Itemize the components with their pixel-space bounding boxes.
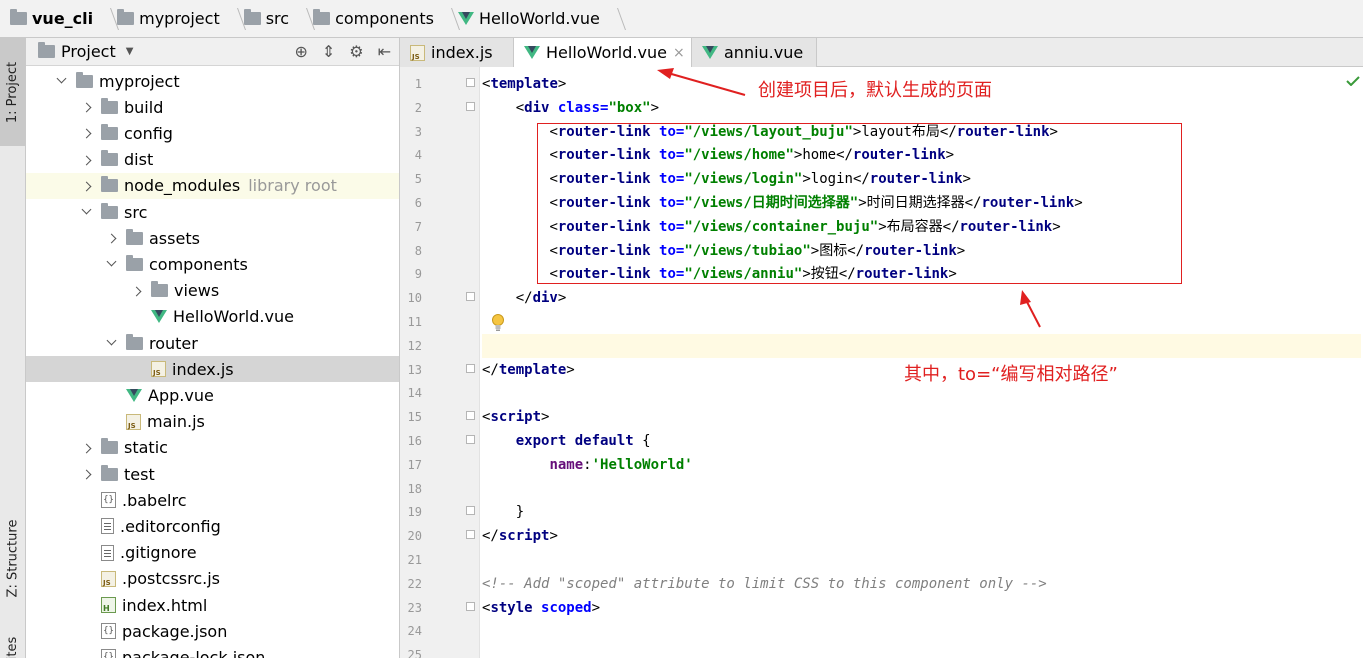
- bottom-arrow-line: [1025, 299, 1041, 328]
- annotation-top-note: 创建项目后，默认生成的页面: [758, 80, 992, 101]
- annotation-arrows: [657, 68, 1041, 328]
- top-arrow-head: [657, 68, 674, 79]
- bottom-arrow-head: [1020, 290, 1031, 305]
- top-arrow-line: [667, 72, 746, 96]
- annotation-bottom-note: 其中，to=“编写相对路径”: [904, 364, 1118, 385]
- lightbulb-icon[interactable]: [491, 314, 505, 332]
- inspection-ok-icon[interactable]: [1346, 76, 1360, 86]
